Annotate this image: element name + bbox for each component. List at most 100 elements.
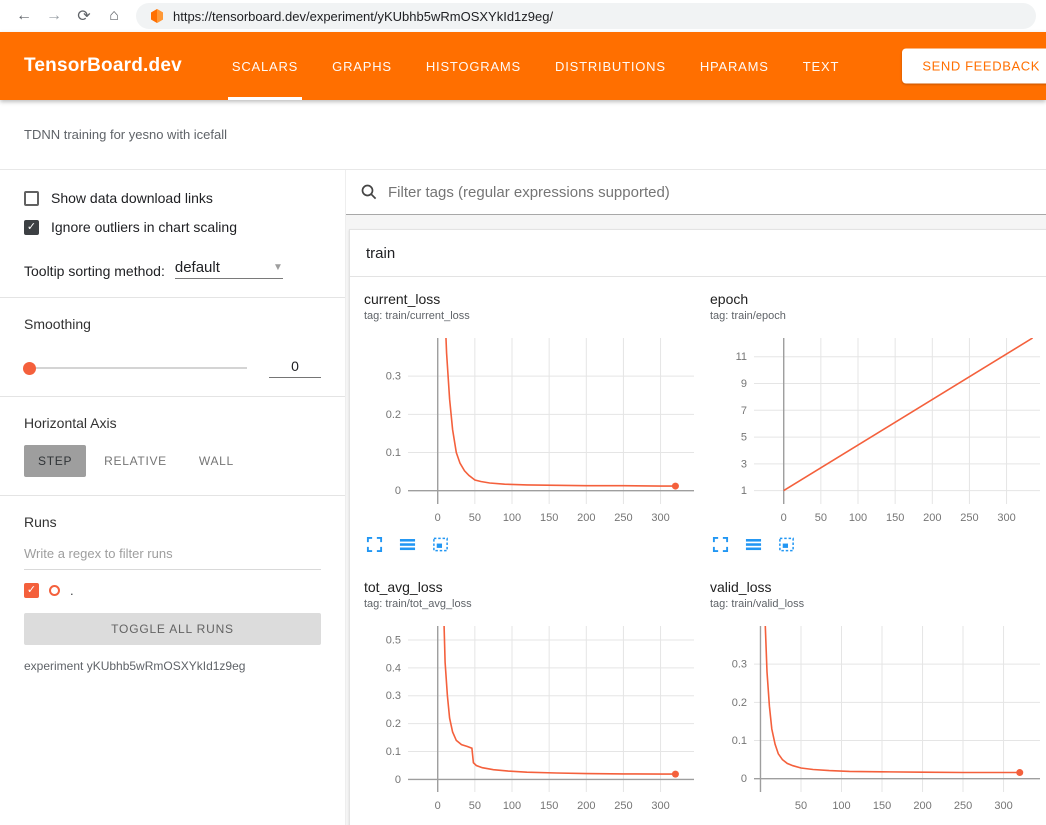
svg-text:250: 250 — [614, 800, 632, 812]
svg-text:250: 250 — [954, 800, 972, 812]
svg-text:200: 200 — [577, 512, 595, 524]
svg-text:50: 50 — [795, 800, 807, 812]
svg-text:0.3: 0.3 — [732, 659, 747, 671]
chart-title: tot_avg_loss — [364, 579, 700, 595]
settings-sidebar: Show data download links ✓ Ignore outlie… — [0, 170, 345, 825]
line-chart-epoch[interactable]: 1357911050100150200250300 — [710, 332, 1044, 528]
run-row[interactable]: ✓ . — [24, 583, 321, 598]
back-icon[interactable]: ← — [10, 2, 38, 30]
charts-grid: current_loss tag: train/current_loss 0 0.… — [350, 277, 1046, 825]
svg-text:0: 0 — [395, 485, 401, 497]
tab-hparams[interactable]: HPARAMS — [698, 32, 771, 100]
svg-text:3: 3 — [741, 458, 747, 470]
chart-tag: tag: train/epoch — [710, 310, 1046, 322]
chart-card-epoch: epoch tag: train/epoch 13579110501001502… — [710, 291, 1046, 553]
svg-text:9: 9 — [741, 378, 747, 390]
tooltip-sorting-select[interactable]: default ▼ — [175, 259, 283, 279]
chart-card-valid-loss: valid_loss tag: train/valid_loss 00.10.2… — [710, 579, 1046, 825]
chart-card-current-loss: current_loss tag: train/current_loss 0 0.… — [364, 291, 700, 553]
svg-text:11: 11 — [736, 351, 747, 363]
slider-knob-icon[interactable] — [23, 362, 36, 375]
line-chart-valid-loss[interactable]: 00.10.20.350100150200250300 — [710, 620, 1044, 816]
train-group-header[interactable]: train — [350, 230, 1046, 277]
tab-graphs[interactable]: GRAPHS — [330, 32, 394, 100]
expand-chart-icon[interactable] — [712, 536, 729, 553]
svg-text:0.3: 0.3 — [386, 371, 401, 383]
run-checkbox[interactable]: ✓ — [24, 583, 39, 598]
tooltip-sorting-row: Tooltip sorting method: default ▼ — [24, 259, 321, 279]
svg-text:250: 250 — [614, 512, 632, 524]
app-header: TensorBoard.dev SCALARS GRAPHS HISTOGRAM… — [0, 32, 1046, 100]
address-bar[interactable]: https://tensorboard.dev/experiment/yKUbh… — [136, 3, 1036, 29]
app-brand: TensorBoard.dev — [24, 55, 182, 77]
forward-icon[interactable]: → — [40, 2, 68, 30]
chart-tag: tag: train/valid_loss — [710, 598, 1046, 610]
top-nav: SCALARS GRAPHS HISTOGRAMS DISTRIBUTIONS … — [230, 32, 841, 100]
svg-text:50: 50 — [469, 512, 481, 524]
tab-scalars[interactable]: SCALARS — [230, 32, 300, 100]
expand-chart-icon[interactable] — [366, 536, 383, 553]
tag-filter-row — [346, 170, 1046, 215]
svg-text:100: 100 — [503, 512, 521, 524]
svg-text:0.2: 0.2 — [386, 718, 401, 730]
runs-label: Runs — [24, 514, 321, 530]
axis-wall-button[interactable]: WALL — [185, 445, 248, 477]
ignore-outliers-row[interactable]: ✓ Ignore outliers in chart scaling — [24, 219, 321, 235]
send-feedback-button[interactable]: SEND FEEDBACK — [902, 49, 1046, 84]
line-chart-tot-avg-loss[interactable]: 00.10.20.30.40.5050100150200250300 — [364, 620, 698, 816]
checkbox-unchecked-icon[interactable] — [24, 191, 39, 206]
svg-text:100: 100 — [503, 800, 521, 812]
smoothing-value-input[interactable]: 0 — [269, 358, 321, 378]
svg-text:250: 250 — [960, 512, 978, 524]
charts-scroll-area[interactable]: train current_loss tag: train/current_lo… — [346, 215, 1046, 825]
horizontal-axis-label: Horizontal Axis — [24, 415, 321, 431]
tooltip-sorting-label: Tooltip sorting method: — [24, 263, 165, 279]
svg-text:0: 0 — [741, 773, 747, 785]
svg-text:1: 1 — [741, 485, 747, 497]
checkbox-checked-icon[interactable]: ✓ — [24, 220, 39, 235]
horizontal-axis-section: Horizontal Axis STEP RELATIVE WALL — [0, 397, 345, 496]
tag-filter-input[interactable] — [388, 170, 1046, 214]
tooltip-sorting-value: default — [175, 259, 220, 276]
chart-title: current_loss — [364, 291, 700, 307]
view-data-icon[interactable] — [745, 536, 762, 553]
toggle-all-runs-button[interactable]: TOGGLE ALL RUNS — [24, 613, 321, 645]
pin-chart-icon[interactable] — [778, 536, 795, 553]
svg-text:300: 300 — [997, 512, 1015, 524]
pin-chart-icon[interactable] — [432, 536, 449, 553]
svg-text:0.5: 0.5 — [386, 634, 401, 646]
runs-filter-input[interactable] — [24, 538, 321, 570]
svg-text:0: 0 — [435, 512, 441, 524]
experiment-id: experiment yKUbhb5wRmOSXYkId1z9eg — [24, 659, 321, 673]
show-download-links-row[interactable]: Show data download links — [24, 190, 321, 206]
tab-text[interactable]: TEXT — [801, 32, 841, 100]
show-download-links-label: Show data download links — [51, 190, 213, 206]
site-favicon-icon — [150, 9, 164, 23]
tab-distributions[interactable]: DISTRIBUTIONS — [553, 32, 668, 100]
svg-text:0: 0 — [781, 512, 787, 524]
run-color-icon — [49, 585, 60, 596]
svg-text:100: 100 — [849, 512, 867, 524]
svg-text:0.2: 0.2 — [732, 697, 747, 709]
tab-histograms[interactable]: HISTOGRAMS — [424, 32, 523, 100]
smoothing-section: Smoothing 0 — [0, 298, 345, 397]
reload-icon[interactable]: ⟳ — [70, 2, 98, 30]
home-icon[interactable]: ⌂ — [100, 2, 128, 30]
svg-text:0.1: 0.1 — [732, 735, 747, 747]
smoothing-slider[interactable] — [24, 367, 247, 369]
svg-text:0.1: 0.1 — [386, 447, 401, 459]
axis-relative-button[interactable]: RELATIVE — [90, 445, 181, 477]
svg-text:100: 100 — [832, 800, 850, 812]
svg-text:7: 7 — [741, 405, 747, 417]
svg-text:0.1: 0.1 — [386, 746, 401, 758]
svg-text:0.4: 0.4 — [386, 662, 401, 674]
svg-text:200: 200 — [913, 800, 931, 812]
smoothing-label: Smoothing — [24, 316, 321, 332]
runs-section: Runs ✓ . TOGGLE ALL RUNS experiment yKUb… — [0, 496, 345, 691]
experiment-title-bar: TDNN training for yesno with icefall — [0, 100, 1046, 170]
line-chart-current-loss[interactable]: 00.10.20.3050100150200250300 — [364, 332, 698, 528]
axis-step-button[interactable]: STEP — [24, 445, 86, 477]
view-data-icon[interactable] — [399, 536, 416, 553]
chart-title: epoch — [710, 291, 1046, 307]
chart-tag: tag: train/current_loss — [364, 310, 700, 322]
